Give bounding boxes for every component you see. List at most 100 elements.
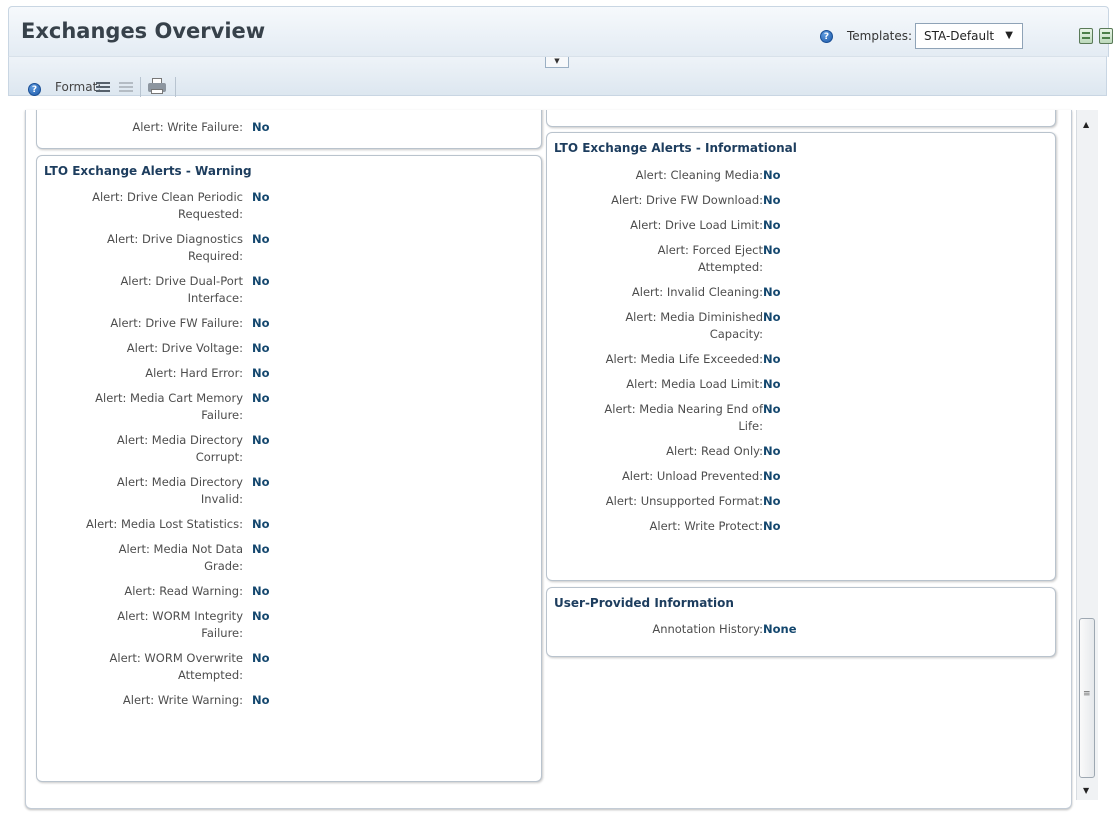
field-label-line: Alert: Unload Prevented:	[621, 469, 763, 483]
scrollbar-thumb[interactable]: ≡	[1079, 618, 1095, 778]
field-label: Alert: Invalid Cleaning:	[632, 284, 763, 301]
templates-select[interactable]: STA-Default ▼	[915, 23, 1023, 49]
field-value: No	[252, 190, 270, 204]
field-label-line: Failure:	[201, 408, 243, 422]
field-label-line: Alert: WORM Overwrite	[109, 651, 243, 665]
field-label-line: Alert: Media Cart Memory	[95, 391, 243, 405]
field-value: No	[252, 693, 270, 707]
field-label: Alert: Write Warning:	[123, 692, 243, 709]
field-value: No	[252, 542, 270, 556]
field-label: Annotation History:	[652, 621, 763, 638]
field-row: Alert: Media Cart Memory Failure: No	[37, 390, 541, 424]
collapse-toggle-icon[interactable]: ▼	[545, 57, 569, 68]
field-label: Alert: Media Load Limit:	[626, 376, 763, 393]
field-row: Alert: Write Protect: No	[547, 518, 1055, 535]
field-label-line: Annotation History:	[652, 622, 763, 636]
field-row: Annotation History: None	[547, 621, 1055, 638]
field-row: Alert: Media Load Limit: No	[547, 376, 1055, 393]
field-value: No	[763, 285, 781, 299]
field-value: No	[763, 377, 781, 391]
field-row: Alert: Media Not Data Grade: No	[37, 541, 541, 575]
panel-user-info: User-Provided Information Annotation His…	[546, 587, 1056, 657]
field-label: Alert: Cleaning Media:	[636, 167, 763, 184]
field-value: No	[763, 243, 781, 257]
field-label-line: Alert: Media Diminished	[625, 310, 763, 324]
format-label: Format:	[55, 80, 102, 94]
panel-general: Alert: Write Failure: No	[36, 110, 542, 149]
field-row: Alert: WORM Integrity Failure: No	[37, 608, 541, 642]
field-label-line: Requested:	[178, 207, 243, 221]
field-row: Alert: Read Warning: No	[37, 583, 541, 600]
print-icon[interactable]	[148, 78, 166, 94]
field-value: No	[763, 519, 781, 533]
field-value: No	[252, 274, 270, 288]
field-label-line: Alert: Read Only:	[666, 444, 763, 458]
field-label-line: Attempted:	[697, 260, 763, 274]
field-value: No	[252, 433, 270, 447]
panel-title: User-Provided Information	[554, 596, 734, 610]
field-label-line: Alert: Drive FW Download:	[611, 193, 763, 207]
page-title: Exchanges Overview	[21, 19, 266, 43]
field-value: No	[763, 469, 781, 483]
field-label-line: Alert: Drive Voltage:	[126, 341, 243, 355]
field-label: Alert: Drive FW Download:	[611, 192, 763, 209]
scroll-down-icon[interactable]: ▼	[1083, 786, 1089, 795]
page-header: Exchanges Overview ? Templates: STA-Defa…	[8, 6, 1113, 57]
field-label: Alert: Unsupported Format:	[606, 493, 763, 510]
list-format-icon[interactable]	[96, 82, 110, 92]
field-label: Alert: Read Only:	[666, 443, 763, 460]
field-value: No	[763, 310, 781, 324]
help-icon[interactable]: ?	[820, 30, 833, 43]
field-value: No	[763, 168, 781, 182]
field-label: Alert: Drive Load Limit:	[630, 217, 763, 234]
help-icon[interactable]: ?	[28, 83, 41, 96]
field-label-line: Alert: WORM Integrity	[117, 609, 243, 623]
save-template-icon[interactable]	[1079, 28, 1093, 44]
field-label-line: Life:	[738, 419, 763, 433]
manage-templates-icon[interactable]	[1099, 28, 1113, 44]
field-label-line: Attempted:	[177, 668, 243, 682]
grip-icon: ≡	[1083, 689, 1091, 699]
field-label-line: Alert: Drive Diagnostics	[107, 232, 243, 246]
panel-title: LTO Exchange Alerts - Warning	[44, 164, 252, 178]
field-label: Alert: Media Cart Memory Failure:	[95, 390, 243, 424]
field-row: Alert: Media Directory Invalid: No	[37, 474, 541, 508]
field-label: Alert: Drive Diagnostics Required:	[107, 231, 243, 265]
grid-format-icon[interactable]	[119, 82, 133, 92]
field-label-line: Invalid:	[200, 492, 243, 506]
field-label-line: Alert: Cleaning Media:	[635, 168, 763, 182]
chevron-down-icon: ▼	[1005, 30, 1013, 41]
field-value: No	[763, 444, 781, 458]
field-value: No	[252, 475, 270, 489]
field-label: Alert: Drive FW Failure:	[110, 315, 243, 332]
field-row: Alert: Drive FW Failure: No	[37, 315, 541, 332]
toolbar-divider	[140, 77, 141, 97]
field-value: None	[763, 622, 797, 636]
field-label-line: Alert: Drive Load Limit:	[630, 218, 763, 232]
field-value: No	[252, 366, 270, 380]
field-row: Alert: Drive Dual-Port Interface: No	[37, 273, 541, 307]
field-row: Alert: Media Diminished Capacity: No	[547, 309, 1055, 343]
field-value: No	[252, 232, 270, 246]
field-row: Alert: Media Life Exceeded: No	[547, 351, 1055, 368]
field-label: Alert: Media Lost Statistics:	[86, 516, 243, 533]
field-label-line: Interface:	[187, 291, 243, 305]
field-value: No	[763, 402, 781, 416]
field-value: No	[252, 391, 270, 405]
templates-selected-value: STA-Default	[924, 29, 995, 43]
field-label-line: Alert: Media Load Limit:	[626, 377, 763, 391]
field-label-line: Alert: Media Life Exceeded:	[605, 352, 763, 366]
field-row: Alert: Write Failure: No	[37, 119, 541, 136]
field-label: Alert: Hard Error:	[145, 365, 243, 382]
field-label-line: Grade:	[204, 559, 243, 573]
field-row: Alert: Drive Diagnostics Required: No	[37, 231, 541, 265]
field-label-line: Alert: Drive FW Failure:	[110, 316, 243, 330]
field-label: Alert: WORM Overwrite Attempted:	[110, 650, 243, 684]
field-value: No	[252, 341, 270, 355]
scroll-up-icon[interactable]: ▲	[1083, 120, 1089, 129]
field-row: Alert: Invalid Cleaning: No	[547, 284, 1055, 301]
field-label: Alert: Drive Voltage:	[127, 340, 243, 357]
field-row: Alert: Drive Load Limit: No	[547, 217, 1055, 234]
field-row: Alert: Media Directory Corrupt: No	[37, 432, 541, 466]
vertical-scrollbar[interactable]: ▲ ≡ ▼	[1076, 110, 1098, 800]
